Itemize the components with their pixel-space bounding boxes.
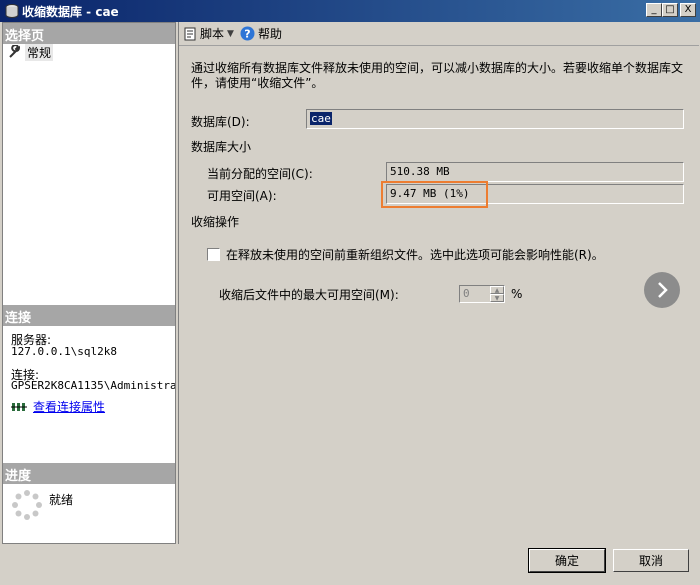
progress-status: 就绪 bbox=[49, 493, 74, 507]
server-value: 127.0.0.1\sql2k8 bbox=[11, 345, 117, 358]
highlight-annotation bbox=[381, 181, 488, 208]
next-button[interactable] bbox=[644, 272, 680, 308]
help-button[interactable]: ? 帮助 bbox=[240, 25, 282, 42]
max-free-space-label: 收缩后文件中的最大可用空间(M): bbox=[219, 288, 399, 302]
view-connection-properties[interactable]: 查看连接属性 bbox=[11, 398, 105, 415]
database-size-heading: 数据库大小 bbox=[191, 140, 252, 154]
main-pane: 脚本 ▼ ? 帮助 通过收缩所有数据库文件释放未使用的空间，可以减小数据库的大小… bbox=[178, 22, 699, 544]
reorganize-checkbox[interactable] bbox=[207, 248, 220, 261]
progress-spinner-icon bbox=[12, 490, 42, 520]
script-label: 脚本 bbox=[200, 27, 225, 41]
help-icon: ? bbox=[240, 26, 255, 41]
script-button[interactable]: 脚本 ▼ bbox=[183, 25, 234, 42]
stepper-down-icon[interactable]: ▼ bbox=[490, 294, 504, 302]
reorganize-option[interactable]: 在释放未使用的空间前重新组织文件。选中此选项可能会影响性能(R)。 bbox=[207, 246, 604, 263]
close-button[interactable]: X bbox=[680, 3, 696, 17]
chevron-right-icon bbox=[658, 282, 668, 298]
window-title: 收缩数据库 - cae bbox=[22, 5, 119, 19]
toolbar: 脚本 ▼ ? 帮助 bbox=[179, 22, 699, 46]
connection-properties-icon bbox=[11, 402, 27, 411]
page-item-general[interactable]: 常规 bbox=[8, 43, 54, 61]
script-icon bbox=[184, 27, 196, 40]
database-field[interactable]: cae bbox=[306, 109, 684, 129]
maximize-button[interactable]: □ bbox=[662, 3, 678, 17]
connection-value: GPSER2K8CA1135\Administrator bbox=[11, 379, 175, 392]
connection-header: 连接 bbox=[3, 305, 175, 326]
svg-text:?: ? bbox=[244, 28, 250, 41]
allocated-space-field: 510.38 MB bbox=[386, 162, 684, 182]
page-item-label: 常规 bbox=[25, 43, 54, 61]
percent-unit: % bbox=[511, 287, 523, 301]
left-pane: 选择页 常规 连接 服务器: 127.0.0.1\sql2k8 连接: GPSE… bbox=[2, 22, 176, 544]
progress-header: 进度 bbox=[3, 463, 175, 484]
stepper-up-icon[interactable]: ▲ bbox=[490, 286, 504, 294]
ok-button[interactable]: 确定 bbox=[528, 548, 606, 573]
database-value: cae bbox=[310, 112, 332, 125]
max-free-space-value: 0 bbox=[463, 287, 470, 300]
allocated-space-label: 当前分配的空间(C): bbox=[207, 167, 313, 181]
database-icon bbox=[5, 4, 19, 18]
available-space-label: 可用空间(A): bbox=[207, 189, 277, 203]
dropdown-arrow-icon[interactable]: ▼ bbox=[227, 29, 234, 39]
database-label: 数据库(D): bbox=[191, 115, 250, 129]
description-text: 通过收缩所有数据库文件释放未使用的空间，可以减小数据库的大小。若要收缩单个数据库… bbox=[191, 61, 684, 90]
shrink-action-heading: 收缩操作 bbox=[191, 215, 240, 229]
title-bar[interactable]: 收缩数据库 - cae _ □ X bbox=[0, 0, 700, 22]
minimize-button[interactable]: _ bbox=[646, 3, 662, 17]
select-page-header: 选择页 bbox=[3, 23, 175, 44]
max-free-space-stepper[interactable]: 0 ▲ ▼ bbox=[459, 285, 505, 303]
view-connection-properties-link[interactable]: 查看连接属性 bbox=[33, 398, 105, 415]
cancel-button[interactable]: 取消 bbox=[613, 549, 689, 572]
help-label: 帮助 bbox=[257, 27, 282, 41]
reorganize-label: 在释放未使用的空间前重新组织文件。选中此选项可能会影响性能(R)。 bbox=[226, 248, 604, 262]
wrench-icon bbox=[9, 45, 21, 58]
